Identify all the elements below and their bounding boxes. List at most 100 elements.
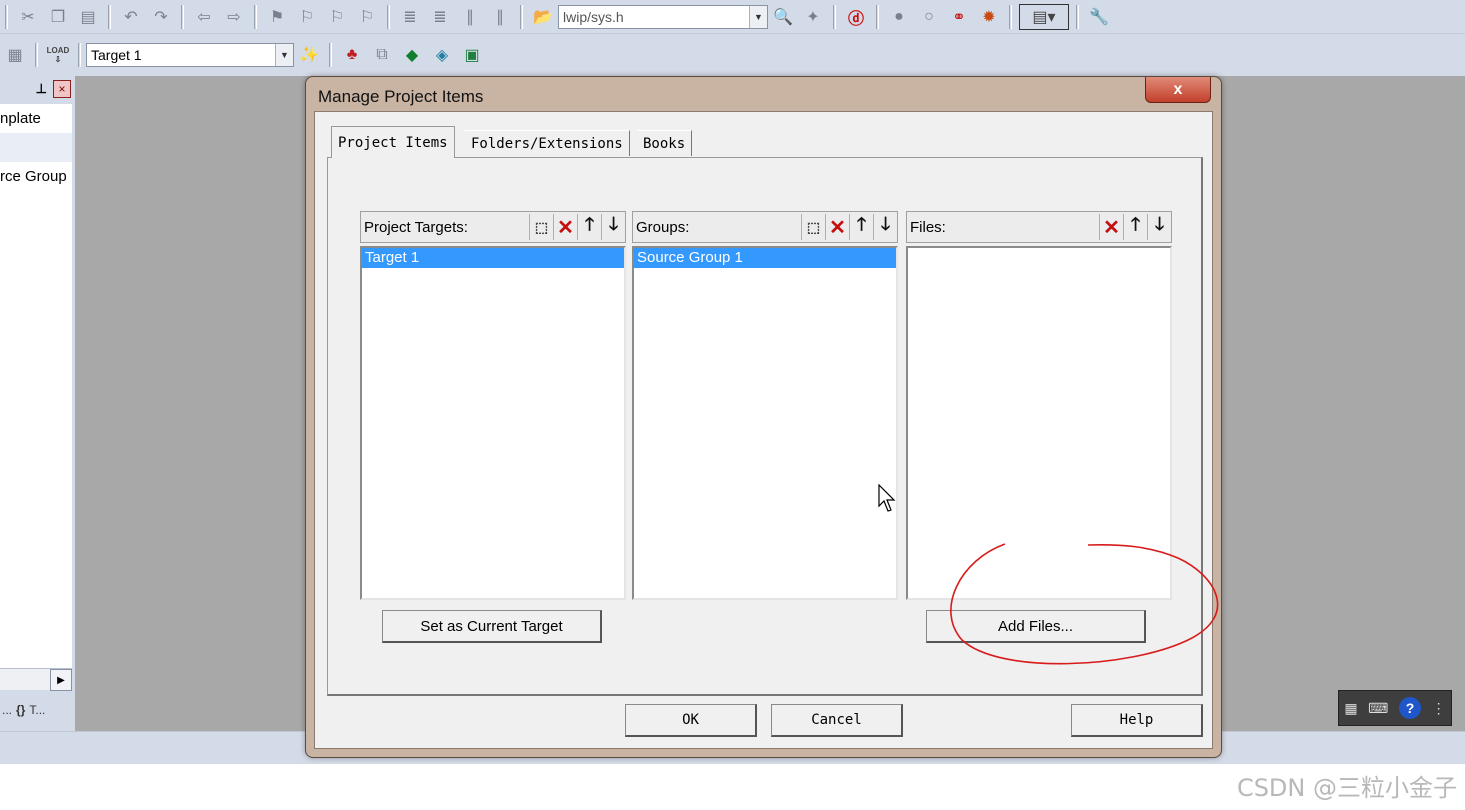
move-file-up-button[interactable]: 🡑 <box>1123 214 1147 240</box>
mouse-cursor-icon <box>878 484 896 512</box>
toolbar-separator <box>329 43 332 67</box>
project-tree[interactable]: nplate rce Group <box>0 104 72 669</box>
delete-target-button[interactable]: ✕ <box>553 214 577 240</box>
tab-folders-extensions[interactable]: Folders/Extensions <box>465 130 630 156</box>
delete-icon: ✕ <box>557 216 574 239</box>
bookmark-toggle-icon[interactable]: ⚑ <box>264 4 290 30</box>
move-group-up-button[interactable]: 🡑 <box>849 214 873 240</box>
project-targets-list[interactable]: Target 1 <box>360 246 626 600</box>
move-target-up-button[interactable]: 🡑 <box>577 214 601 240</box>
nav-forward-icon[interactable]: ⇨ <box>221 4 247 30</box>
pack-installer-icon[interactable]: ▣ <box>459 42 485 68</box>
tree-item-target[interactable] <box>0 133 72 162</box>
new-target-button[interactable]: ⬚ <box>529 214 553 240</box>
download-icon[interactable]: LOAD ⇩ <box>45 42 71 68</box>
redo-icon[interactable]: ↷ <box>148 4 174 30</box>
cancel-button[interactable]: Cancel <box>771 704 903 737</box>
toolbar-separator <box>876 4 879 29</box>
find-in-files-icon[interactable]: 📂 <box>530 4 556 30</box>
list-item[interactable]: Source Group 1 <box>634 248 896 268</box>
manage-rte-icon[interactable]: ◈ <box>429 42 455 68</box>
tab-project-items[interactable]: Project Items <box>331 126 455 158</box>
target-select[interactable]: Target 1 ▼ <box>86 43 294 67</box>
breakpoint-insert-icon[interactable]: ● <box>886 4 912 30</box>
uvision-window: ✂ ❐ ▤ ↶ ↷ ⇦ ⇨ ⚑ ⚐ ⚐ ⚐ ≣ ≣ ∥ ∥ 📂 lwip/sys… <box>0 0 1465 810</box>
configure-icon[interactable]: 🔧 <box>1086 4 1112 30</box>
tab-templates[interactable]: T... <box>29 703 45 717</box>
project-targets-label: Project Targets: <box>364 218 468 236</box>
breakpoint-kill-all-icon[interactable]: ✹ <box>976 4 1002 30</box>
groups-label: Groups: <box>636 218 690 236</box>
pin-icon[interactable]: ⊥ <box>36 81 47 97</box>
toolbar-separator <box>254 4 257 29</box>
move-group-down-button[interactable]: 🡓 <box>873 214 897 240</box>
target-options-icon[interactable]: ✨ <box>296 42 322 68</box>
arrow-down-icon: 🡓 <box>880 214 891 234</box>
keyboard-icon[interactable]: ⌨ <box>1368 700 1388 717</box>
arrow-up-icon: 🡑 <box>1130 214 1141 234</box>
batch-build-icon[interactable]: ▦ <box>2 42 28 68</box>
new-item-icon: ⬚ <box>534 218 549 235</box>
find-combo[interactable]: lwip/sys.h ▼ <box>558 4 768 29</box>
tab-project[interactable]: ... <box>2 703 12 717</box>
comment-icon[interactable]: ∥ <box>457 4 483 30</box>
bookmark-next-icon[interactable]: ⚐ <box>324 4 350 30</box>
toolbar-build: ▦ LOAD ⇩ Target 1 ▼ ✨ ♣ ⧉ ◆ ◈ ▣ <box>0 34 1465 76</box>
toolbar-separator <box>833 4 836 29</box>
scroll-right-icon[interactable]: ▶ <box>50 669 72 691</box>
help-button[interactable]: Help <box>1071 704 1203 737</box>
chevron-down-icon[interactable]: ▼ <box>275 44 293 66</box>
new-group-button[interactable]: ⬚ <box>801 214 825 240</box>
bookmark-prev-icon[interactable]: ⚐ <box>294 4 320 30</box>
files-header: Files: ✕ 🡑 🡓 <box>906 211 1172 243</box>
manage-components-icon[interactable]: ⧉ <box>369 42 395 68</box>
close-icon[interactable]: × <box>53 80 71 98</box>
breakpoint-enable-icon[interactable]: ○ <box>916 4 942 30</box>
delete-icon: ✕ <box>829 216 846 239</box>
debug-start-icon[interactable]: ⓓ <box>843 4 869 30</box>
cut-icon[interactable]: ✂ <box>15 4 41 30</box>
tree-item-source-group[interactable]: rce Group <box>0 162 72 191</box>
incremental-find-icon[interactable]: ✦ <box>800 4 826 30</box>
move-target-down-button[interactable]: 🡓 <box>601 214 625 240</box>
close-icon: x <box>1173 80 1183 98</box>
ok-button[interactable]: OK <box>625 704 757 737</box>
delete-group-button[interactable]: ✕ <box>825 214 849 240</box>
delete-file-button[interactable]: ✕ <box>1099 214 1123 240</box>
uncomment-icon[interactable]: ∥ <box>487 4 513 30</box>
toolbar-separator <box>1076 4 1079 29</box>
functions-icon[interactable]: {} <box>16 703 25 717</box>
window-layout-icon[interactable]: ▤▾ <box>1019 3 1069 30</box>
project-panel-header: ⊥ × <box>0 76 75 102</box>
dialog-close-button[interactable]: x <box>1145 77 1211 103</box>
toolbar-grip[interactable] <box>5 4 8 29</box>
unindent-icon[interactable]: ≣ <box>427 4 453 30</box>
groups-list[interactable]: Source Group 1 <box>632 246 898 600</box>
ime-toolbar: ▦ ⌨ ? ⋮ <box>1338 690 1452 726</box>
toolbar-separator <box>78 43 81 67</box>
tab-books[interactable]: Books <box>637 130 693 156</box>
help-icon[interactable]: ? <box>1399 697 1422 719</box>
breakpoint-disable-all-icon[interactable]: ⚭ <box>946 4 972 30</box>
nav-back-icon[interactable]: ⇦ <box>191 4 217 30</box>
watermark: CSDN @三粒小金子 <box>1236 774 1457 802</box>
file-extensions-icon[interactable]: ♣ <box>339 42 365 68</box>
find-icon[interactable]: 🔍 <box>770 4 796 30</box>
chevron-down-icon[interactable]: ▼ <box>749 5 767 28</box>
more-icon[interactable]: ⋮ <box>1432 700 1446 717</box>
set-as-current-target-button[interactable]: Set as Current Target <box>382 610 602 643</box>
project-targets-header: Project Targets: ⬚ ✕ 🡑 🡓 <box>360 211 626 243</box>
grid-icon[interactable]: ▦ <box>1344 700 1357 717</box>
indent-icon[interactable]: ≣ <box>397 4 423 30</box>
new-item-icon: ⬚ <box>806 218 821 235</box>
undo-icon[interactable]: ↶ <box>118 4 144 30</box>
groups-section: Groups: ⬚ ✕ 🡑 🡓 Source Group 1 <box>632 211 898 601</box>
copy-icon[interactable]: ❐ <box>45 4 71 30</box>
select-packs-icon[interactable]: ◆ <box>399 42 425 68</box>
list-item[interactable]: Target 1 <box>362 248 624 268</box>
paste-icon[interactable]: ▤ <box>75 4 101 30</box>
tree-item-project[interactable]: nplate <box>0 104 72 133</box>
project-tree-hscroll[interactable]: ▶ <box>0 668 72 691</box>
bookmark-clear-icon[interactable]: ⚐ <box>354 4 380 30</box>
move-file-down-button[interactable]: 🡓 <box>1147 214 1171 240</box>
